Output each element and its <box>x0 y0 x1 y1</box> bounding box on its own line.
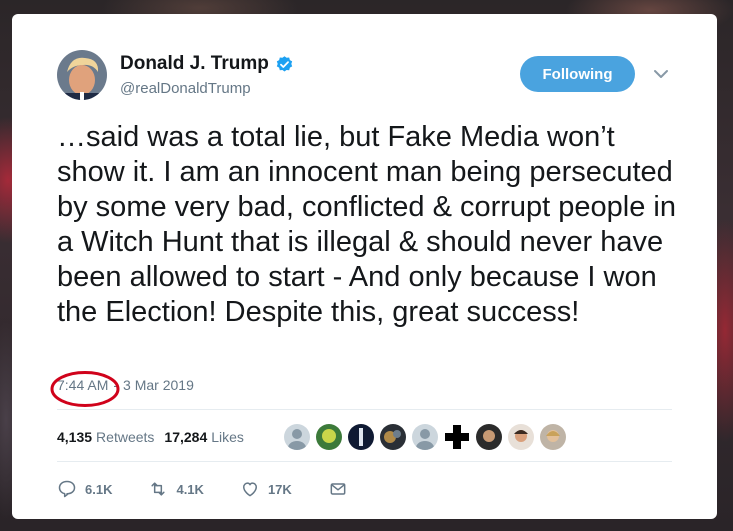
tweet-date[interactable]: 3 Mar 2019 <box>123 377 194 393</box>
retweet-button[interactable]: 4.1K <box>148 479 204 499</box>
tweet-card: Donald J. Trump @realDonaldTrump Followi… <box>12 14 717 519</box>
retweets-stat[interactable]: 4,135 Retweets <box>57 429 154 445</box>
engagement-stats: 4,135 Retweets 17,284 Likes <box>57 429 244 445</box>
handle[interactable]: @realDonaldTrump <box>120 80 251 97</box>
liker-avatar[interactable] <box>412 424 438 450</box>
liker-avatar[interactable] <box>476 424 502 450</box>
avatar[interactable] <box>57 50 107 100</box>
like-icon <box>242 482 257 497</box>
author-name-row: Donald J. Trump <box>120 53 294 75</box>
tweet-actions: 6.1K 4.1K 17K <box>57 479 392 499</box>
retweet-icon <box>151 482 166 496</box>
liker-avatar[interactable] <box>540 424 566 450</box>
like-button[interactable]: 17K <box>240 479 292 499</box>
liker-avatar[interactable] <box>380 424 406 450</box>
reply-icon <box>58 480 76 498</box>
liker-avatar[interactable] <box>348 424 374 450</box>
liker-avatar[interactable] <box>316 424 342 450</box>
likes-stat[interactable]: 17,284 Likes <box>164 429 244 445</box>
chevron-down-icon[interactable] <box>653 68 669 80</box>
retweet-count: 4.1K <box>176 481 204 497</box>
verified-badge-icon <box>276 55 293 72</box>
liker-avatar[interactable] <box>508 424 534 450</box>
tweet-text: …said was a total lie, but Fake Media wo… <box>57 121 676 328</box>
following-button[interactable]: Following <box>520 56 635 92</box>
reply-button[interactable]: 6.1K <box>57 479 112 499</box>
liker-avatar[interactable] <box>444 424 470 450</box>
divider <box>57 461 672 462</box>
display-name[interactable]: Donald J. Trump <box>120 53 269 75</box>
liker-avatar[interactable] <box>284 424 310 450</box>
liker-avatars <box>284 424 572 450</box>
like-count: 17K <box>267 481 292 497</box>
divider <box>57 409 672 410</box>
direct-message-icon <box>330 483 346 495</box>
direct-message-button[interactable] <box>328 479 356 499</box>
highlight-circle <box>50 371 120 407</box>
reply-count: 6.1K <box>85 481 113 497</box>
